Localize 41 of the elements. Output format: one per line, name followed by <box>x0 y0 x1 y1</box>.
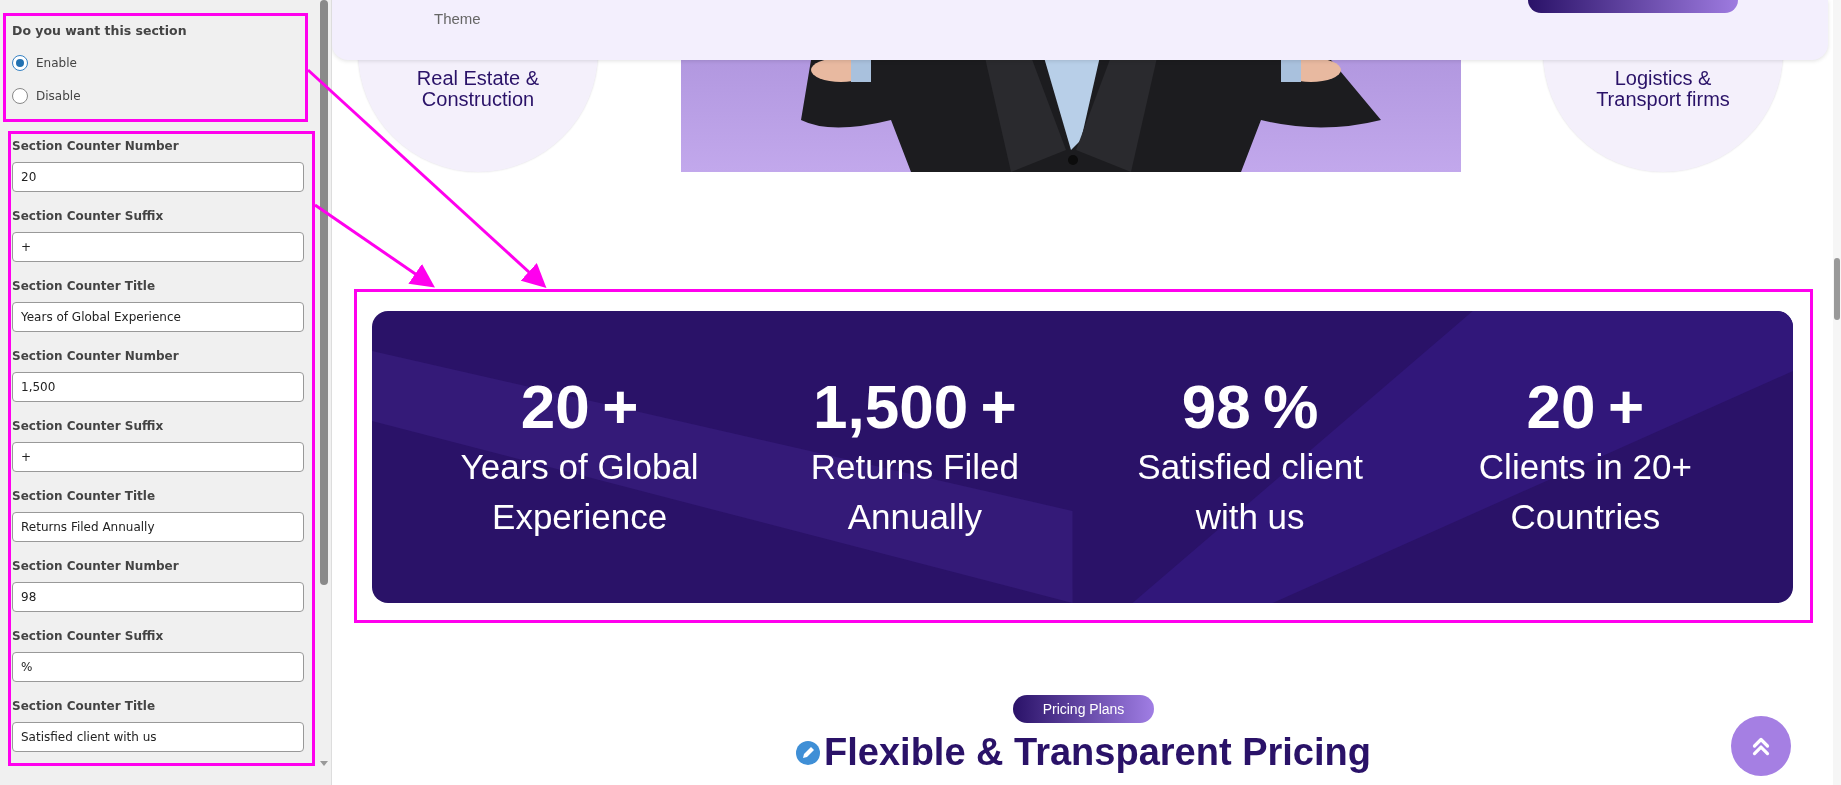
section-badge: Pricing Plans <box>1012 695 1155 723</box>
scrollbar[interactable] <box>317 0 331 768</box>
radio-label: Disable <box>36 88 81 103</box>
category-label: Logistics & Transport firms <box>1595 68 1731 110</box>
input-field[interactable]: Satisfied client with us <box>12 722 304 752</box>
field-label: Section Counter Number <box>12 138 180 154</box>
input-field[interactable]: 98 <box>12 582 304 612</box>
edit-icon[interactable] <box>796 740 821 765</box>
field-label: Section Counter Title <box>12 698 157 714</box>
field-label: Section Counter Suffix <box>12 208 165 224</box>
counter-number: 1,500 + <box>813 372 1017 442</box>
counter-number: 20 + <box>1526 372 1645 442</box>
counter-number: 20 + <box>520 372 639 442</box>
counter-number: 98 % <box>1181 372 1319 442</box>
radio-label: Enable <box>36 55 77 70</box>
input-field[interactable]: 1,500 <box>12 372 304 402</box>
field-label: Section Counter Number <box>12 348 180 364</box>
radio-button[interactable] <box>12 87 28 104</box>
field-label: Section Counter Suffix <box>12 418 165 434</box>
field-label: Section Counter Title <box>12 488 157 504</box>
counter-title: Satisfied client with us <box>1136 446 1364 538</box>
gradient-button[interactable] <box>1528 0 1738 13</box>
header-caption: Theme <box>434 10 481 27</box>
section-title: Flexible & Transparent Pricing <box>824 731 1371 774</box>
counter-title: Clients in 20+ Countries <box>1477 446 1693 538</box>
input-field[interactable]: + <box>12 232 304 262</box>
scroll-top-button[interactable] <box>1731 716 1791 776</box>
input-field[interactable]: % <box>12 652 304 682</box>
counter-title: Returns Filed Annually <box>809 446 1020 538</box>
field-label: Section Counter Number <box>12 558 180 574</box>
counter-title: Years of Global Experience <box>459 446 700 538</box>
input-field[interactable]: + <box>12 442 304 472</box>
field-label: Section Counter Title <box>12 278 157 294</box>
input-field[interactable]: Returns Filed Annually <box>12 512 304 542</box>
section-question: Do you want this section <box>12 23 188 38</box>
input-field[interactable]: 20 <box>12 162 304 192</box>
field-label: Section Counter Suffix <box>12 628 165 644</box>
input-field[interactable]: Years of Global Experience <box>12 302 304 332</box>
category-label: Real Estate & Construction <box>415 68 541 110</box>
scrollbar[interactable] <box>1833 0 1841 785</box>
radio-button[interactable] <box>12 54 28 71</box>
